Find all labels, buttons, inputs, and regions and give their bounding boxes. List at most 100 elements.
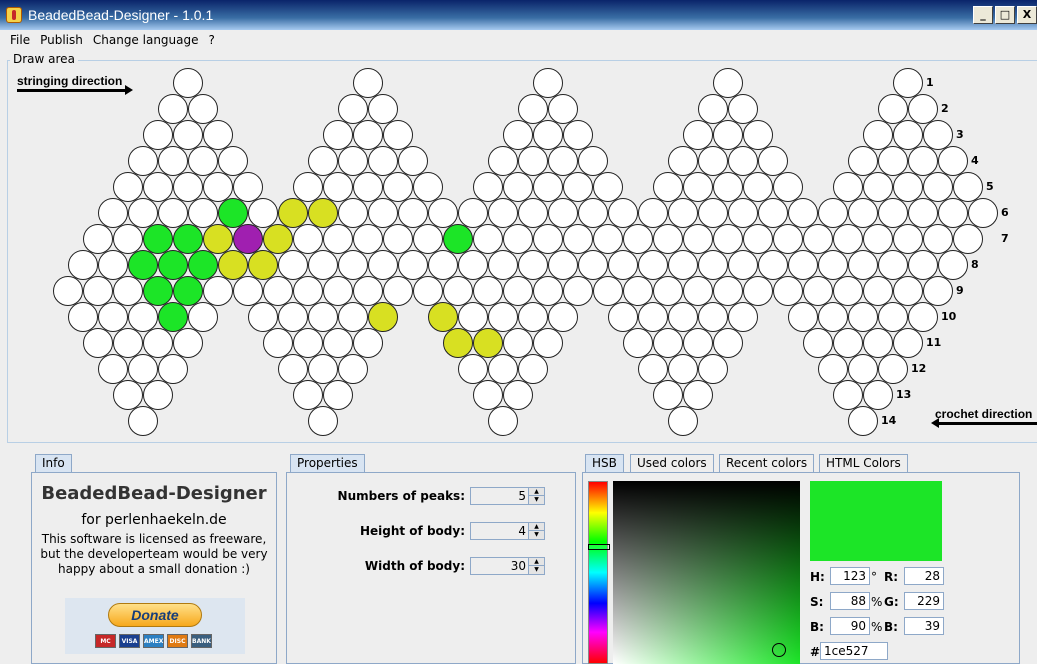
bank-icon: BANK (191, 634, 212, 648)
menu-bar: File Publish Change language ? (0, 30, 1037, 50)
donate-area: Donate MC VISA AMEX DISC BANK (65, 598, 245, 654)
bead[interactable] (488, 406, 518, 436)
hue-slider-thumb[interactable] (588, 544, 610, 550)
bead[interactable] (173, 328, 203, 358)
bead[interactable] (338, 354, 368, 384)
bead[interactable] (728, 302, 758, 332)
height-label: Height of body: (359, 524, 465, 538)
width-label: Width of body: (364, 559, 465, 573)
row-number-label: 6 (1001, 206, 1009, 219)
s-unit: % (871, 595, 883, 609)
peaks-down-arrow-icon[interactable]: ▼ (528, 496, 544, 504)
stringing-direction-label: stringing direction (17, 74, 123, 88)
saturation-brightness-field[interactable] (613, 481, 800, 664)
height-spinner[interactable]: 4 ▲ ▼ (470, 522, 545, 540)
b-label: B: (810, 620, 824, 634)
hue-slider[interactable] (588, 481, 610, 664)
height-up-arrow-icon[interactable]: ▲ (528, 523, 544, 531)
discover-icon: DISC (167, 634, 188, 648)
bead[interactable] (698, 354, 728, 384)
width-value: 30 (510, 559, 526, 573)
bead[interactable] (353, 328, 383, 358)
donate-button[interactable]: Donate (108, 603, 202, 627)
tab-info[interactable]: Info (35, 454, 72, 472)
row-number-label: 8 (971, 258, 979, 271)
bead[interactable] (848, 406, 878, 436)
tab-hsb[interactable]: HSB (585, 454, 624, 472)
window-title: BeadedBead-Designer - 1.0.1 (28, 7, 214, 23)
hex-field[interactable]: 1ce527 (820, 642, 888, 660)
row-number-label: 2 (941, 102, 949, 115)
blue-field[interactable]: 39 (904, 617, 944, 635)
tab-html-colors[interactable]: HTML Colors (819, 454, 908, 472)
r-label: R: (884, 570, 899, 584)
width-up-arrow-icon[interactable]: ▲ (528, 558, 544, 566)
peaks-spinner[interactable]: 5 ▲ ▼ (470, 487, 545, 505)
width-spinner[interactable]: 30 ▲ ▼ (470, 557, 545, 575)
row-number-label: 4 (971, 154, 979, 167)
bead[interactable] (938, 250, 968, 280)
tab-properties[interactable]: Properties (290, 454, 365, 472)
menu-change-language[interactable]: Change language (88, 33, 204, 47)
bead[interactable] (563, 276, 593, 306)
peaks-up-arrow-icon[interactable]: ▲ (528, 488, 544, 496)
bead[interactable] (548, 302, 578, 332)
row-number-label: 5 (986, 180, 994, 193)
bead[interactable] (533, 328, 563, 358)
bead[interactable] (953, 224, 983, 254)
b-unit: % (871, 620, 883, 634)
visa-icon: VISA (119, 634, 140, 648)
r-field[interactable]: 28 (904, 567, 944, 585)
row-number-label: 11 (926, 336, 942, 349)
bead[interactable] (188, 302, 218, 332)
bead[interactable] (908, 302, 938, 332)
bead[interactable] (923, 276, 953, 306)
color-picker-cursor[interactable] (772, 643, 786, 657)
bead[interactable] (323, 380, 353, 410)
bead[interactable] (383, 276, 413, 306)
bead[interactable] (128, 406, 158, 436)
info-text: This software is licensed as freeware, b… (40, 532, 268, 576)
bead[interactable] (863, 380, 893, 410)
width-down-arrow-icon[interactable]: ▼ (528, 566, 544, 574)
row-number-label: 14 (881, 414, 897, 427)
bead[interactable] (878, 354, 908, 384)
height-down-arrow-icon[interactable]: ▼ (528, 531, 544, 539)
row-number-label: 12 (911, 362, 927, 375)
blue-label: B: (884, 620, 898, 634)
bead[interactable] (743, 276, 773, 306)
s-field[interactable]: 88 (830, 592, 870, 610)
bead[interactable] (158, 354, 188, 384)
row-number-label: 10 (941, 310, 957, 323)
h-field[interactable]: 123 (830, 567, 870, 585)
maximize-button[interactable]: □ (995, 6, 1015, 24)
close-button[interactable]: X (1017, 6, 1037, 24)
draw-area-label: Draw area (10, 52, 78, 66)
bead[interactable] (503, 380, 533, 410)
bead[interactable] (203, 276, 233, 306)
bead[interactable] (518, 354, 548, 384)
row-number-label: 7 (1001, 232, 1009, 245)
bead[interactable] (968, 198, 998, 228)
tab-recent-colors[interactable]: Recent colors (719, 454, 815, 472)
tab-used-colors[interactable]: Used colors (630, 454, 714, 472)
row-number-label: 9 (956, 284, 964, 297)
bead[interactable] (683, 380, 713, 410)
g-field[interactable]: 229 (904, 592, 944, 610)
bead[interactable] (668, 406, 698, 436)
height-value: 4 (518, 524, 526, 538)
menu-publish[interactable]: Publish (35, 33, 88, 47)
menu-file[interactable]: File (0, 33, 35, 47)
mastercard-icon: MC (95, 634, 116, 648)
bead[interactable] (713, 328, 743, 358)
bead[interactable] (308, 406, 338, 436)
peaks-label: Numbers of peaks: (337, 489, 465, 503)
s-label: S: (810, 595, 824, 609)
bead[interactable] (143, 380, 173, 410)
menu-help[interactable]: ? (204, 33, 220, 47)
h-unit: ° (871, 570, 877, 584)
minimize-button[interactable]: _ (973, 6, 993, 24)
bead[interactable] (368, 302, 398, 332)
b-field[interactable]: 90 (830, 617, 870, 635)
bead[interactable] (893, 328, 923, 358)
